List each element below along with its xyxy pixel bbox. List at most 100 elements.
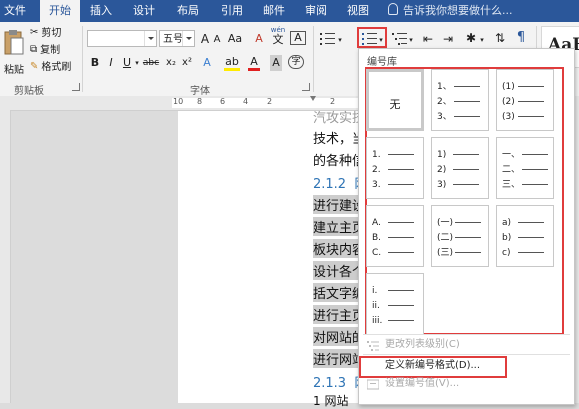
- define-new-number-format-item[interactable]: 定义新编号格式(D)...: [385, 359, 480, 373]
- numbering-sample-row: c): [502, 248, 549, 258]
- sample-text-line: [388, 305, 414, 306]
- phonetic-guide-button[interactable]: wén 文: [269, 27, 287, 47]
- numbering-format-tile[interactable]: (一) (二) (三): [431, 205, 489, 267]
- sample-text-line: [388, 237, 414, 238]
- enclose-characters-button[interactable]: 字: [288, 55, 304, 69]
- chevron-down-icon[interactable]: ▾: [134, 55, 140, 71]
- tab-review[interactable]: 审阅: [298, 0, 334, 22]
- copy-button[interactable]: ⧉ 复制: [30, 43, 60, 58]
- numbering-sample-row: 3): [437, 180, 484, 190]
- tab-home[interactable]: 开始: [40, 0, 80, 22]
- clipboard-launcher-icon[interactable]: [72, 83, 80, 91]
- sample-text-line: [388, 154, 414, 155]
- sample-text-line: [518, 252, 544, 253]
- sample-text-line: [455, 237, 482, 238]
- multilevel-list-icon[interactable]: [392, 32, 408, 46]
- font-name-combo[interactable]: [87, 30, 157, 47]
- font-launcher-icon[interactable]: [302, 83, 310, 91]
- font-color-button[interactable]: A: [248, 55, 260, 71]
- decrease-indent-icon[interactable]: ⇤: [420, 31, 436, 47]
- bold-button[interactable]: B: [89, 55, 101, 71]
- numbering-sample-row: 一、: [502, 150, 549, 160]
- chevron-down-icon[interactable]: ▾: [408, 32, 414, 48]
- sample-text-line: [388, 169, 414, 170]
- tab-mailings[interactable]: 邮件: [256, 0, 292, 22]
- numbering-sample-row: (三): [437, 248, 484, 258]
- scissors-icon: ✂: [30, 27, 39, 38]
- character-border-button[interactable]: A: [290, 31, 306, 45]
- chinese-layout-icon[interactable]: ✱: [463, 30, 479, 46]
- change-list-level-item[interactable]: 更改列表级别(C): [385, 338, 460, 352]
- tab-references[interactable]: 引用: [214, 0, 250, 22]
- number-marker: iii.: [372, 316, 383, 326]
- numbering-sample-row: i.: [372, 286, 419, 296]
- grow-font-button[interactable]: A: [199, 31, 211, 47]
- numbering-sample-row: b): [502, 233, 549, 243]
- chevron-down-icon[interactable]: ▾: [479, 32, 485, 48]
- sample-text-line: [522, 184, 549, 185]
- strikethrough-button[interactable]: abc: [141, 55, 161, 71]
- sample-text-line: [455, 222, 482, 223]
- sample-text-line: [455, 252, 482, 253]
- superscript-button[interactable]: x²: [180, 55, 194, 71]
- indent-marker-icon[interactable]: [310, 96, 316, 102]
- sample-text-line: [453, 101, 480, 102]
- bullets-icon[interactable]: [320, 32, 336, 46]
- numbering-sample-row: C.: [372, 248, 419, 258]
- shrink-font-button[interactable]: A: [212, 32, 222, 48]
- number-marker: 二、: [502, 165, 521, 175]
- phonetic-char: 文: [272, 33, 284, 46]
- font-size-combo[interactable]: 五号: [159, 30, 195, 47]
- number-marker: 一、: [502, 150, 521, 160]
- tab-insert[interactable]: 插入: [83, 0, 119, 22]
- sort-icon[interactable]: ⇅: [492, 30, 508, 46]
- vertical-ruler[interactable]: [0, 110, 11, 403]
- show-marks-icon[interactable]: ¶: [514, 30, 528, 46]
- number-marker: C.: [372, 248, 382, 258]
- chevron-down-icon[interactable]: ▾: [337, 32, 343, 48]
- tab-layout[interactable]: 布局: [170, 0, 206, 22]
- font-group-label: 字体: [190, 86, 210, 97]
- tab-design[interactable]: 设计: [126, 0, 162, 22]
- highlight-button[interactable]: ab: [224, 55, 240, 71]
- tab-file[interactable]: 文件: [0, 0, 30, 22]
- numbering-format-tile[interactable]: 1. 2. 3.: [366, 137, 424, 199]
- numbering-none-tile[interactable]: 无: [366, 69, 424, 131]
- set-numbering-value-item[interactable]: 设置编号值(V)...: [385, 377, 459, 391]
- numbering-format-tile[interactable]: i. ii. iii.: [366, 273, 424, 335]
- cut-button[interactable]: ✂ 剪切: [30, 26, 61, 41]
- number-marker: (二): [437, 233, 454, 243]
- character-shading-button[interactable]: A: [270, 55, 282, 71]
- clear-format-button[interactable]: A: [252, 31, 266, 47]
- underline-button[interactable]: U: [121, 55, 133, 71]
- numbering-sample-row: 3、: [437, 112, 484, 122]
- numbering-format-tile[interactable]: 一、 二、 三、: [496, 137, 554, 199]
- number-marker: (1): [502, 82, 515, 92]
- tab-view[interactable]: 视图: [340, 0, 376, 22]
- numbering-format-tile[interactable]: 1) 2) 3): [431, 137, 489, 199]
- paste-button[interactable]: 粘贴: [3, 28, 25, 76]
- clipboard-group-label: 剪贴板: [14, 86, 44, 97]
- format-painter-label: 格式刷: [41, 62, 72, 73]
- increase-indent-icon[interactable]: ⇥: [440, 31, 456, 47]
- change-case-button[interactable]: Aa: [226, 31, 244, 47]
- sample-text-line: [522, 169, 549, 170]
- ruler-number: 2: [267, 97, 273, 106]
- doc-line: 1 网站: [313, 394, 349, 408]
- numbering-format-tile[interactable]: a) b) c): [496, 205, 554, 267]
- format-painter-button[interactable]: ✎ 格式刷: [30, 60, 71, 75]
- tell-me-box[interactable]: 告诉我你想要做什么...: [388, 0, 513, 22]
- text-effects-button[interactable]: A: [200, 55, 214, 71]
- numbering-format-tile[interactable]: 1、 2、 3、: [431, 69, 489, 131]
- italic-button[interactable]: I: [105, 55, 117, 71]
- numbering-sample-row: 2): [437, 165, 484, 175]
- heading-number: 2.1.3: [313, 376, 347, 391]
- numbering-format-tile[interactable]: A. B. C.: [366, 205, 424, 267]
- subscript-button[interactable]: x₂: [164, 55, 178, 71]
- number-marker: ii.: [372, 301, 380, 311]
- number-marker: 1.: [372, 150, 381, 160]
- numbering-sample-row: 1.: [372, 150, 419, 160]
- sample-text-line: [453, 86, 480, 87]
- numbering-format-tile[interactable]: (1) (2) (3): [496, 69, 554, 131]
- sample-text-line: [388, 184, 414, 185]
